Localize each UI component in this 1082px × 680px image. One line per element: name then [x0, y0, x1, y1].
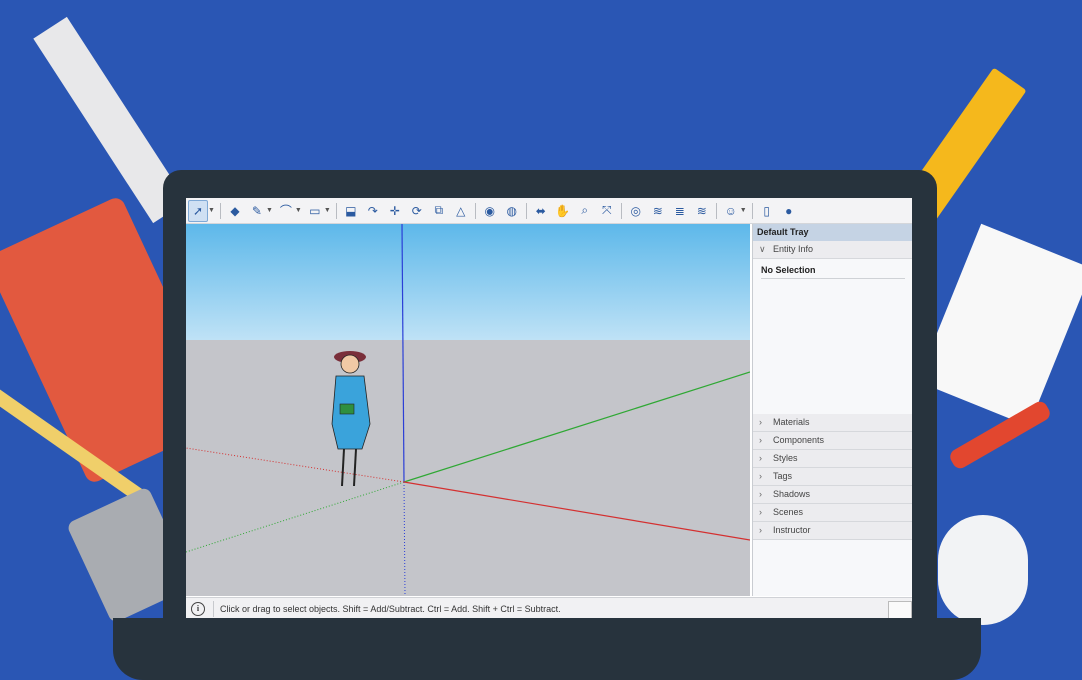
chevron-right-icon: ›: [759, 489, 762, 499]
chevron-right-icon: ›: [759, 471, 762, 481]
red-axis: [403, 481, 750, 541]
chevron-right-icon: ›: [759, 435, 762, 445]
panel-label: Components: [773, 435, 825, 445]
dropdown-caret-icon[interactable]: ▼: [740, 207, 747, 214]
scale-tool-icon[interactable]: ⧉: [430, 201, 448, 221]
status-divider: [213, 600, 214, 617]
blue-axis-negative: [403, 481, 406, 596]
selection-status: No Selection: [761, 265, 905, 279]
blueprint-paper-illustration: [917, 223, 1082, 427]
dropdown-caret-icon[interactable]: ▼: [295, 207, 302, 214]
chevron-right-icon: ›: [759, 507, 762, 517]
toolbar-separator: [335, 202, 337, 219]
modeling-viewport[interactable]: [186, 224, 750, 596]
push-pull-tool-icon[interactable]: ⬓: [342, 201, 360, 221]
panel-entity-info-label: Entity Info: [773, 244, 814, 254]
panel-instructor[interactable]: › Instructor: [753, 522, 912, 540]
layer-stack-icon[interactable]: ≣: [671, 201, 689, 221]
eraser-tool-icon[interactable]: ◆: [226, 201, 244, 221]
green-axis: [403, 371, 750, 483]
panel-components[interactable]: › Components: [753, 432, 912, 450]
select-tool-icon[interactable]: ➚: [188, 199, 208, 222]
tape-measure-tool-icon[interactable]: ◉: [481, 201, 499, 221]
laptop-base: [113, 618, 981, 680]
new-file-icon[interactable]: ▯: [758, 201, 776, 221]
red-axis-negative: [186, 447, 405, 483]
paint-bucket-tool-icon[interactable]: ◍: [503, 201, 521, 221]
account-icon[interactable]: ☺: [722, 201, 740, 221]
panel-shadows[interactable]: › Shadows: [753, 486, 912, 504]
tray-title: Default Tray: [753, 224, 912, 241]
toolbar-separator: [751, 202, 753, 219]
toolbar-separator: [525, 202, 527, 219]
panel-scenes[interactable]: › Scenes: [753, 504, 912, 522]
panel-entity-info[interactable]: ∨ Entity Info: [753, 241, 912, 259]
status-message: Click or drag to select objects. Shift =…: [220, 603, 561, 614]
move-tool-icon[interactable]: ✛: [386, 201, 404, 221]
follow-me-tool-icon[interactable]: ↷: [364, 201, 382, 221]
offset-tool-icon[interactable]: △: [452, 201, 470, 221]
warehouse-icon[interactable]: ◎: [627, 201, 645, 221]
panel-tags[interactable]: › Tags: [753, 468, 912, 486]
panel-label: Tags: [773, 471, 793, 481]
orbit-tool-icon[interactable]: ⬌: [532, 201, 550, 221]
status-bar: i Click or drag to select objects. Shift…: [186, 597, 912, 618]
panel-label: Shadows: [773, 489, 811, 499]
pan-tool-icon[interactable]: ✋: [554, 201, 572, 221]
user-profile-icon[interactable]: ●: [780, 201, 798, 221]
blue-axis: [401, 224, 405, 483]
extension-manager-icon[interactable]: ≋: [693, 201, 711, 221]
scale-figure[interactable]: [331, 351, 371, 487]
panel-label: Styles: [773, 453, 798, 463]
toolbar-separator: [474, 202, 476, 219]
pencil-line-tool-icon[interactable]: ✎: [248, 201, 266, 221]
extension-warehouse-icon[interactable]: ≋: [649, 201, 667, 221]
green-axis-negative: [186, 481, 405, 553]
chevron-right-icon: ›: [759, 417, 762, 427]
dropdown-caret-icon[interactable]: ▼: [208, 207, 215, 214]
panel-label: Instructor: [773, 525, 811, 535]
panel-materials[interactable]: › Materials: [753, 414, 912, 432]
tray-panel-list: › Materials › Components › Styles › Tags › Shadow…: [753, 414, 912, 540]
zoom-extents-tool-icon[interactable]: ⤧: [598, 201, 616, 221]
toolbar-separator: [620, 202, 622, 219]
rotate-tool-icon[interactable]: ⟳: [408, 201, 426, 221]
measurements-box[interactable]: [888, 601, 912, 618]
panel-label: Materials: [773, 417, 810, 427]
toolbar-separator: [219, 202, 221, 219]
dropdown-caret-icon[interactable]: ▼: [266, 207, 273, 214]
dropdown-caret-icon[interactable]: ▼: [324, 207, 331, 214]
panel-label: Scenes: [773, 507, 804, 517]
chevron-right-icon: ›: [759, 453, 762, 463]
info-icon[interactable]: i: [191, 601, 205, 616]
rectangle-tool-icon[interactable]: ▭: [306, 201, 324, 221]
sketchup-window: ➚ ▼ ◆ ✎ ▼ ⌒ ▼ ▭ ▼ ⬓ ↷ ✛ ⟳ ⧉ △ ◉ ◍ ⬌ ✋ ⌕ ⤧ ◎ ≋ ≣ ≋ ☺ ▼ ▯ ● Default Tr…: [186, 198, 912, 618]
main-toolbar: ➚ ▼ ◆ ✎ ▼ ⌒ ▼ ▭ ▼ ⬓ ↷ ✛ ⟳ ⧉ △ ◉ ◍ ⬌ ✋ ⌕ ⤧ ◎ ≋ ≣ ≋ ☺ ▼ ▯ ●: [186, 198, 912, 224]
chevron-down-icon: ∨: [759, 244, 766, 254]
arc-tool-icon[interactable]: ⌒: [277, 201, 295, 221]
entity-info-body: No Selection: [753, 259, 912, 414]
chevron-right-icon: ›: [759, 525, 762, 535]
axes-overlay: [186, 224, 750, 596]
default-tray: Default Tray ∨ Entity Info No Selection …: [752, 224, 912, 596]
mouse-illustration: [938, 515, 1028, 625]
zoom-tool-icon[interactable]: ⌕: [576, 201, 594, 221]
toolbar-separator: [715, 202, 717, 219]
panel-styles[interactable]: › Styles: [753, 450, 912, 468]
